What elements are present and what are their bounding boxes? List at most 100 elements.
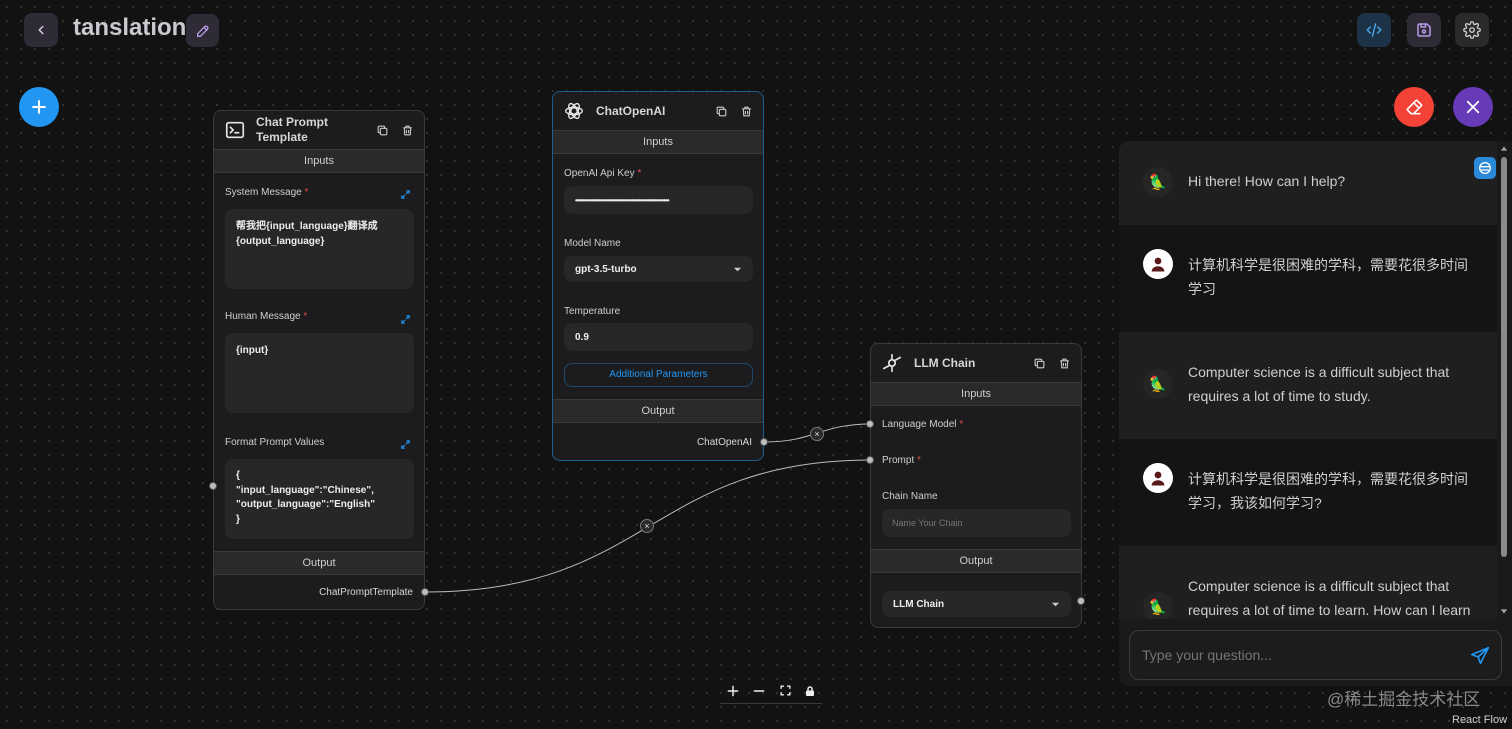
chat-openai-node[interactable]: ChatOpenAI Inputs OpenAI Api Key * •••••… — [552, 91, 764, 461]
clear-chat-button[interactable] — [1394, 87, 1434, 127]
model-name-label: Model Name — [564, 238, 621, 249]
message-text: Computer science is a difficult subject … — [1188, 364, 1450, 404]
system-message-label: System Message — [225, 187, 302, 198]
format-values-input[interactable]: { "input_language":"Chinese", "output_la… — [225, 459, 414, 539]
message-text: 计算机科学是很困难的学科，需要花很多时间学习，我该如何学习? — [1188, 471, 1468, 511]
chat-panel: 🦜 Hi there! How can I help? 计算机科学是很困难的学科，需… — [1119, 141, 1512, 686]
api-key-value: ••••••••••••••••••••••••••••••••••••••••… — [575, 195, 670, 205]
send-icon[interactable] — [1469, 645, 1491, 667]
caret-down-icon — [733, 267, 742, 271]
close-chat-button[interactable] — [1453, 87, 1493, 127]
terminal-icon — [225, 121, 245, 139]
message-text: Computer science is a difficult subject … — [1188, 578, 1471, 618]
required-mark: * — [304, 187, 309, 198]
language-model-label: Language Model — [882, 419, 957, 430]
output-header: Output — [553, 399, 763, 423]
human-message-input[interactable]: {input} — [225, 333, 414, 413]
chat-scrollbar[interactable] — [1500, 145, 1508, 615]
temperature-input[interactable]: 0.9 — [564, 323, 753, 351]
bot-badge-icon — [1474, 157, 1496, 179]
system-message-input[interactable]: 帮我把{input_language}翻译成 {output_language} — [225, 209, 414, 289]
view-code-button[interactable] — [1357, 13, 1391, 47]
user-message: 计算机科学是很困难的学科，需要花很多时间学习，我该如何学习? — [1119, 439, 1497, 546]
api-key-input[interactable]: ••••••••••••••••••••••••••••••••••••••••… — [564, 186, 753, 214]
node-title: Chat Prompt — [256, 115, 328, 129]
expand-icon[interactable] — [400, 314, 411, 325]
chat-input[interactable] — [1142, 631, 1452, 679]
edge-remove-button[interactable]: × — [810, 427, 824, 441]
required-mark: * — [959, 419, 964, 430]
message-text: Hi there! How can I help? — [1188, 173, 1346, 189]
copy-icon[interactable] — [376, 124, 389, 137]
input-handle[interactable] — [866, 420, 874, 428]
bot-avatar-icon: 🦜 — [1143, 592, 1173, 619]
openai-logo-icon — [565, 102, 583, 120]
scrollbar-thumb[interactable] — [1501, 157, 1507, 557]
copy-icon[interactable] — [1033, 357, 1046, 370]
zoom-in-icon[interactable] — [726, 684, 740, 698]
lock-icon[interactable] — [804, 685, 816, 697]
api-key-label: OpenAI Api Key — [564, 168, 635, 179]
output-header: Output — [214, 551, 424, 575]
input-handle[interactable] — [866, 456, 874, 464]
prompt-label: Prompt — [882, 455, 915, 466]
edit-title-button[interactable] — [186, 14, 219, 47]
watermark: @稀土掘金技术社区 — [1327, 690, 1481, 709]
model-name-value: gpt-3.5-turbo — [575, 263, 637, 275]
inputs-header: Inputs — [553, 130, 763, 154]
scroll-down-icon[interactable] — [1500, 607, 1508, 615]
bot-avatar-icon: 🦜 — [1143, 167, 1173, 197]
output-handle[interactable] — [421, 588, 429, 596]
additional-parameters-button[interactable]: Additional Parameters — [564, 363, 753, 387]
output-handle-label: ChatOpenAI — [696, 437, 752, 448]
copy-icon[interactable] — [715, 105, 728, 118]
human-message-label: Human Message — [225, 311, 301, 322]
output-header: Output — [871, 549, 1081, 573]
format-values-label: Format Prompt Values — [225, 437, 325, 448]
output-type-value: LLM Chain — [893, 598, 945, 610]
required-mark: * — [637, 168, 642, 179]
trash-icon[interactable] — [740, 105, 753, 118]
user-avatar-icon — [1143, 463, 1173, 493]
save-button[interactable] — [1407, 13, 1441, 47]
zoom-out-icon[interactable] — [752, 684, 766, 698]
temperature-label: Temperature — [564, 306, 621, 317]
expand-icon[interactable] — [400, 439, 411, 450]
edge-remove-button[interactable]: × — [640, 519, 654, 533]
user-message: 计算机科学是很困难的学科，需要花很多时间学习 — [1119, 225, 1497, 332]
code-icon — [1366, 23, 1382, 37]
scroll-up-icon[interactable] — [1500, 145, 1508, 153]
node-title: Template — [256, 130, 308, 144]
inputs-header: Inputs — [871, 382, 1081, 406]
output-handle[interactable] — [1077, 597, 1085, 605]
back-button[interactable] — [24, 13, 58, 47]
input-handle[interactable] — [209, 482, 217, 490]
expand-icon[interactable] — [400, 189, 411, 200]
user-avatar-icon — [1143, 249, 1173, 279]
llm-chain-node[interactable]: LLM Chain Inputs Language Model * Prompt… — [870, 343, 1082, 628]
inputs-header: Inputs — [214, 149, 424, 173]
page-title: tanslation — [73, 14, 187, 41]
eraser-icon — [1406, 99, 1423, 115]
chat-input-box[interactable] — [1129, 630, 1502, 680]
gear-icon — [1463, 21, 1481, 39]
react-flow-attribution[interactable]: React Flow — [1452, 714, 1507, 726]
node-title: ChatOpenAI — [596, 103, 666, 118]
output-type-select[interactable]: LLM Chain — [882, 591, 1071, 617]
trash-icon[interactable] — [401, 124, 414, 137]
required-mark: * — [303, 311, 308, 322]
trash-icon[interactable] — [1058, 357, 1071, 370]
canvas-controls — [720, 678, 822, 704]
add-node-button[interactable] — [19, 87, 59, 127]
node-title: LLM Chain — [914, 355, 976, 370]
chain-name-label: Chain Name — [882, 491, 938, 502]
chain-name-input[interactable] — [882, 509, 1071, 537]
settings-button[interactable] — [1455, 13, 1489, 47]
bot-message: 🦜 Computer science is a difficult subject… — [1119, 546, 1497, 619]
output-handle[interactable] — [760, 438, 768, 446]
chat-prompt-template-node[interactable]: Chat Prompt Template Inputs System Messa… — [213, 110, 425, 610]
pencil-icon — [196, 25, 208, 37]
fit-view-icon[interactable] — [779, 684, 792, 697]
model-name-select[interactable]: gpt-3.5-turbo — [564, 256, 753, 282]
caret-down-icon — [1051, 602, 1060, 606]
